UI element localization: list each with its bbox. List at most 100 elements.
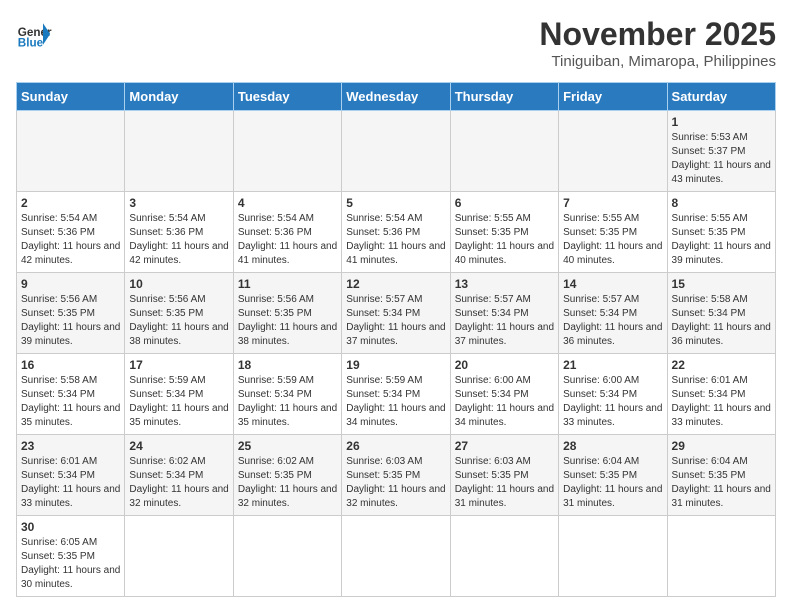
calendar-week-row: 2 Sunrise: 5:54 AM Sunset: 5:36 PM Daylig…	[17, 192, 776, 273]
calendar-cell: 15 Sunrise: 5:58 AM Sunset: 5:34 PM Dayli…	[667, 273, 775, 354]
day-number: 10	[129, 277, 228, 291]
calendar-cell: 1 Sunrise: 5:53 AM Sunset: 5:37 PM Daylig…	[667, 111, 775, 192]
calendar-cell: 2 Sunrise: 5:54 AM Sunset: 5:36 PM Daylig…	[17, 192, 125, 273]
calendar-week-row: 9Sunrise: 5:56 AM Sunset: 5:35 PM Daylig…	[17, 273, 776, 354]
day-number: 30	[21, 520, 120, 534]
day-number: 17	[129, 358, 228, 372]
calendar-cell	[667, 516, 775, 597]
calendar-cell: 3Sunrise: 5:54 AM Sunset: 5:36 PM Daylig…	[125, 192, 233, 273]
header-day-friday: Friday	[559, 83, 667, 111]
calendar-cell: 4 Sunrise: 5:54 AM Sunset: 5:36 PM Daylig…	[233, 192, 341, 273]
day-number: 6	[455, 196, 554, 210]
calendar-cell	[125, 111, 233, 192]
day-info: Sunrise: 5:58 AM Sunset: 5:34 PM Dayligh…	[672, 293, 771, 349]
calendar-cell	[17, 111, 125, 192]
calendar-cell	[559, 516, 667, 597]
day-number: 5	[346, 196, 445, 210]
calendar-cell: 18Sunrise: 5:59 AM Sunset: 5:34 PM Dayli…	[233, 354, 341, 435]
calendar-cell	[233, 516, 341, 597]
header-day-sunday: Sunday	[17, 83, 125, 111]
header: General Blue November 2025 Tiniguiban, M…	[16, 16, 776, 70]
svg-text:Blue: Blue	[18, 37, 44, 50]
location-title: Tiniguiban, Mimaropa, Philippines	[539, 53, 776, 70]
day-info: Sunrise: 5:54 AM Sunset: 5:36 PM Dayligh…	[21, 212, 120, 268]
title-area: November 2025 Tiniguiban, Mimaropa, Phil…	[539, 16, 776, 70]
calendar-cell	[342, 516, 450, 597]
calendar-cell: 26Sunrise: 6:03 AM Sunset: 5:35 PM Dayli…	[342, 435, 450, 516]
header-day-tuesday: Tuesday	[233, 83, 341, 111]
calendar-cell: 16 Sunrise: 5:58 AM Sunset: 5:34 PM Dayli…	[17, 354, 125, 435]
day-number: 16	[21, 358, 120, 372]
day-info: Sunrise: 5:54 AM Sunset: 5:36 PM Dayligh…	[238, 212, 337, 268]
calendar-cell: 9Sunrise: 5:56 AM Sunset: 5:35 PM Daylig…	[17, 273, 125, 354]
day-number: 22	[672, 358, 771, 372]
calendar-cell: 20 Sunrise: 6:00 AM Sunset: 5:34 PM Dayli…	[450, 354, 558, 435]
calendar-header-row: SundayMondayTuesdayWednesdayThursdayFrid…	[17, 83, 776, 111]
day-info: Sunrise: 6:03 AM Sunset: 5:35 PM Dayligh…	[455, 455, 554, 511]
calendar-cell: 7Sunrise: 5:55 AM Sunset: 5:35 PM Daylig…	[559, 192, 667, 273]
calendar-cell: 28Sunrise: 6:04 AM Sunset: 5:35 PM Dayli…	[559, 435, 667, 516]
day-number: 19	[346, 358, 445, 372]
day-number: 26	[346, 439, 445, 453]
calendar-cell: 10 Sunrise: 5:56 AM Sunset: 5:35 PM Dayli…	[125, 273, 233, 354]
calendar-cell	[342, 111, 450, 192]
calendar-cell: 13Sunrise: 5:57 AM Sunset: 5:34 PM Dayli…	[450, 273, 558, 354]
day-number: 24	[129, 439, 228, 453]
calendar-cell: 23 Sunrise: 6:01 AM Sunset: 5:34 PM Dayli…	[17, 435, 125, 516]
day-number: 21	[563, 358, 662, 372]
calendar-cell	[125, 516, 233, 597]
day-info: Sunrise: 6:00 AM Sunset: 5:34 PM Dayligh…	[455, 374, 554, 430]
day-info: Sunrise: 6:02 AM Sunset: 5:34 PM Dayligh…	[129, 455, 228, 511]
logo-icon: General Blue	[16, 16, 52, 52]
day-number: 15	[672, 277, 771, 291]
calendar-cell	[233, 111, 341, 192]
day-info: Sunrise: 5:59 AM Sunset: 5:34 PM Dayligh…	[129, 374, 228, 430]
calendar-week-row: 1 Sunrise: 5:53 AM Sunset: 5:37 PM Daylig…	[17, 111, 776, 192]
calendar-cell	[450, 516, 558, 597]
header-day-saturday: Saturday	[667, 83, 775, 111]
day-number: 20	[455, 358, 554, 372]
day-number: 1	[672, 115, 771, 129]
day-info: Sunrise: 5:55 AM Sunset: 5:35 PM Dayligh…	[563, 212, 662, 268]
day-number: 12	[346, 277, 445, 291]
day-info: Sunrise: 5:55 AM Sunset: 5:35 PM Dayligh…	[672, 212, 771, 268]
day-number: 23	[21, 439, 120, 453]
calendar-cell: 8 Sunrise: 5:55 AM Sunset: 5:35 PM Daylig…	[667, 192, 775, 273]
calendar-cell: 24 Sunrise: 6:02 AM Sunset: 5:34 PM Dayli…	[125, 435, 233, 516]
day-info: Sunrise: 6:04 AM Sunset: 5:35 PM Dayligh…	[672, 455, 771, 511]
month-title: November 2025	[539, 16, 776, 53]
calendar-week-row: 16 Sunrise: 5:58 AM Sunset: 5:34 PM Dayli…	[17, 354, 776, 435]
day-number: 2	[21, 196, 120, 210]
day-info: Sunrise: 6:05 AM Sunset: 5:35 PM Dayligh…	[21, 536, 120, 592]
calendar-cell	[559, 111, 667, 192]
day-number: 25	[238, 439, 337, 453]
day-info: Sunrise: 5:55 AM Sunset: 5:35 PM Dayligh…	[455, 212, 554, 268]
calendar-cell: 21 Sunrise: 6:00 AM Sunset: 5:34 PM Dayli…	[559, 354, 667, 435]
calendar-cell: 30 Sunrise: 6:05 AM Sunset: 5:35 PM Dayli…	[17, 516, 125, 597]
day-number: 27	[455, 439, 554, 453]
calendar-cell: 27 Sunrise: 6:03 AM Sunset: 5:35 PM Dayli…	[450, 435, 558, 516]
header-day-monday: Monday	[125, 83, 233, 111]
day-number: 13	[455, 277, 554, 291]
day-info: Sunrise: 5:59 AM Sunset: 5:34 PM Dayligh…	[346, 374, 445, 430]
header-day-thursday: Thursday	[450, 83, 558, 111]
day-info: Sunrise: 5:58 AM Sunset: 5:34 PM Dayligh…	[21, 374, 120, 430]
day-info: Sunrise: 6:01 AM Sunset: 5:34 PM Dayligh…	[21, 455, 120, 511]
calendar-cell: 29Sunrise: 6:04 AM Sunset: 5:35 PM Dayli…	[667, 435, 775, 516]
calendar-cell: 25Sunrise: 6:02 AM Sunset: 5:35 PM Dayli…	[233, 435, 341, 516]
day-number: 8	[672, 196, 771, 210]
logo: General Blue	[16, 16, 52, 52]
calendar-cell: 5Sunrise: 5:54 AM Sunset: 5:36 PM Daylig…	[342, 192, 450, 273]
day-info: Sunrise: 6:00 AM Sunset: 5:34 PM Dayligh…	[563, 374, 662, 430]
day-info: Sunrise: 5:57 AM Sunset: 5:34 PM Dayligh…	[563, 293, 662, 349]
day-number: 4	[238, 196, 337, 210]
day-number: 18	[238, 358, 337, 372]
day-info: Sunrise: 5:56 AM Sunset: 5:35 PM Dayligh…	[238, 293, 337, 349]
day-info: Sunrise: 5:53 AM Sunset: 5:37 PM Dayligh…	[672, 131, 771, 187]
day-info: Sunrise: 5:56 AM Sunset: 5:35 PM Dayligh…	[129, 293, 228, 349]
calendar-cell	[450, 111, 558, 192]
day-number: 28	[563, 439, 662, 453]
day-info: Sunrise: 5:56 AM Sunset: 5:35 PM Dayligh…	[21, 293, 120, 349]
calendar-cell: 6 Sunrise: 5:55 AM Sunset: 5:35 PM Daylig…	[450, 192, 558, 273]
calendar-cell: 12Sunrise: 5:57 AM Sunset: 5:34 PM Dayli…	[342, 273, 450, 354]
